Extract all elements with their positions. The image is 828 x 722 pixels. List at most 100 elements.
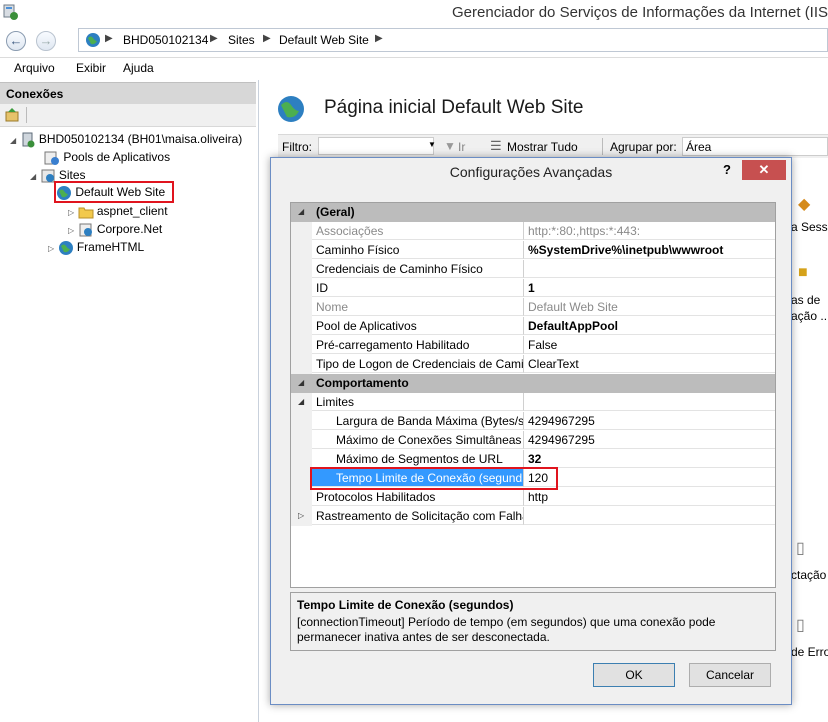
close-icon: ✕ xyxy=(758,162,770,177)
arrow-right-icon: → xyxy=(39,33,53,48)
property-value[interactable]: http:*:80:,https:*:443: xyxy=(524,222,775,240)
tree-item-framehtml[interactable]: ▷ FrameHTML xyxy=(48,238,144,256)
expand-icon[interactable]: ▷ xyxy=(48,244,54,253)
connections-toolbar xyxy=(0,104,256,127)
property-name: Caminho Físico xyxy=(312,241,524,259)
breadcrumb-sites[interactable]: Sites xyxy=(228,33,255,47)
property-value[interactable]: 1 xyxy=(524,279,775,297)
connection-timeout-input[interactable]: 120 xyxy=(524,469,775,487)
property-name: Credenciais de Caminho Físico xyxy=(312,260,524,278)
collapse-icon[interactable]: ◢ xyxy=(298,207,304,216)
tree-item-server[interactable]: ◢ BHD050102134 (BH01\maisa.oliveira) xyxy=(10,130,242,148)
row-gutter xyxy=(291,260,312,279)
help-button[interactable]: ? xyxy=(723,162,731,177)
page-icon: ▯ xyxy=(796,540,805,557)
connections-title: Conexões xyxy=(6,87,64,101)
tree-label-aspnet-client: aspnet_client xyxy=(96,204,168,218)
property-row-caminho-fisico[interactable]: Caminho Físico %SystemDrive%\inetpub\www… xyxy=(291,241,775,260)
feature-label-partial[interactable]: as de xyxy=(791,293,820,307)
row-gutter xyxy=(291,412,312,431)
folder-icon xyxy=(78,207,93,219)
breadcrumb-default-web-site[interactable]: Default Web Site xyxy=(279,33,369,47)
address-bar[interactable]: ▶ BHD050102134 ▶ Sites ▶ Default Web Sit… xyxy=(78,28,828,52)
property-row-id[interactable]: ID 1 xyxy=(291,279,775,298)
chevron-right-icon: ▶ xyxy=(375,33,383,44)
tree-item-app-pools[interactable]: Pools de Aplicativos xyxy=(44,148,170,166)
property-row-credenciais[interactable]: Credenciais de Caminho Físico xyxy=(291,260,775,279)
tree-item-aspnet-client[interactable]: ▷ aspnet_client xyxy=(68,202,168,220)
property-name: Limites xyxy=(312,393,524,411)
property-name: Rastreamento de Solicitação com Falha xyxy=(312,507,524,525)
row-gutter xyxy=(291,469,312,488)
property-value[interactable]: DefaultAppPool xyxy=(524,317,775,335)
property-value[interactable]: 32 xyxy=(524,450,775,468)
cancel-button[interactable]: Cancelar xyxy=(689,663,771,687)
feature-label-partial[interactable]: de Erro xyxy=(791,645,828,659)
ok-button[interactable]: OK xyxy=(593,663,675,687)
session-icon: ◆ xyxy=(798,196,811,213)
back-button[interactable]: ← xyxy=(6,31,26,51)
close-button[interactable]: ✕ xyxy=(742,160,786,180)
go-button[interactable]: Ir xyxy=(458,140,465,154)
property-value[interactable] xyxy=(524,260,775,278)
property-row-precarregamento[interactable]: Pré-carregamento Habilitado False xyxy=(291,336,775,355)
property-value[interactable]: 4294967295 xyxy=(524,431,775,449)
dialog-title: Configurações Avançadas xyxy=(449,164,613,180)
tree-label-sites: Sites xyxy=(58,168,86,182)
group-by-label: Agrupar por: xyxy=(610,140,677,154)
collapse-icon[interactable]: ◢ xyxy=(10,136,16,145)
row-gutter xyxy=(291,488,312,507)
row-gutter xyxy=(291,241,312,260)
property-value[interactable]: 4294967295 xyxy=(524,412,775,430)
property-name: Pool de Aplicativos xyxy=(312,317,524,335)
property-row-rastreamento[interactable]: ▷ Rastreamento de Solicitação com Falha xyxy=(291,507,775,526)
property-value[interactable] xyxy=(524,507,775,525)
property-row-associacoes[interactable]: Associações http:*:80:,https:*:443: xyxy=(291,222,775,241)
property-name: (Geral) xyxy=(312,203,775,221)
expand-icon[interactable]: ▷ xyxy=(68,226,74,235)
property-row-protocolos[interactable]: Protocolos Habilitados http xyxy=(291,488,775,507)
property-value[interactable]: %SystemDrive%\inetpub\wwwroot xyxy=(524,241,775,259)
show-all-button[interactable]: Mostrar Tudo xyxy=(507,140,578,154)
property-value[interactable] xyxy=(524,393,775,411)
property-value[interactable]: False xyxy=(524,336,775,354)
row-gutter xyxy=(291,222,312,241)
feature-label-partial[interactable]: a Sessã xyxy=(791,220,828,234)
property-value[interactable]: ClearText xyxy=(524,355,775,373)
expand-icon[interactable]: ▷ xyxy=(298,511,304,520)
collapse-icon[interactable]: ◢ xyxy=(298,397,304,406)
feature-label-partial[interactable]: ctação xyxy=(791,568,826,582)
menu-exibir[interactable]: Exibir xyxy=(76,61,106,75)
property-row-max-conexoes[interactable]: Máximo de Conexões Simultâneas 429496729… xyxy=(291,431,775,450)
globe-icon xyxy=(278,96,304,122)
menu-ajuda[interactable]: Ajuda xyxy=(123,61,154,75)
property-row-pool[interactable]: Pool de Aplicativos DefaultAppPool xyxy=(291,317,775,336)
breadcrumb-server[interactable]: BHD050102134 xyxy=(123,33,208,47)
toolbar-separator xyxy=(26,107,27,123)
property-value[interactable]: http xyxy=(524,488,775,506)
expand-icon[interactable]: ▷ xyxy=(68,208,74,217)
window-title: Gerenciador do Serviços de Informações d… xyxy=(452,4,828,21)
property-row-largura-banda[interactable]: Largura de Banda Máxima (Bytes/se 429496… xyxy=(291,412,775,431)
collapse-icon[interactable]: ◢ xyxy=(30,172,36,181)
filter-input[interactable] xyxy=(318,137,434,155)
forward-button[interactable]: → xyxy=(36,31,56,51)
chevron-right-icon: ▶ xyxy=(210,33,218,44)
chevron-down-icon[interactable]: ▼ xyxy=(428,140,436,149)
property-value[interactable]: Default Web Site xyxy=(524,298,775,316)
property-row-limites[interactable]: ◢ Limites xyxy=(291,393,775,412)
globe-icon xyxy=(86,33,100,47)
feature-label-partial[interactable]: ação .. xyxy=(791,309,827,323)
category-row-comportamento[interactable]: ◢ Comportamento xyxy=(291,374,775,393)
tree-item-default-web-site[interactable]: Default Web Site xyxy=(54,181,174,203)
tree-item-corpore-net[interactable]: ▷ Corpore.Net xyxy=(68,220,162,238)
property-row-nome[interactable]: Nome Default Web Site xyxy=(291,298,775,317)
collapse-icon[interactable]: ◢ xyxy=(298,378,304,387)
property-row-tipo-logon[interactable]: Tipo de Logon de Credenciais de Camin Cl… xyxy=(291,355,775,374)
menu-arquivo[interactable]: Arquivo xyxy=(14,61,55,75)
globe-icon xyxy=(57,185,71,200)
group-by-select[interactable]: Área xyxy=(682,137,828,156)
description-text: [connectionTimeout] Período de tempo (em… xyxy=(297,615,716,644)
connect-icon[interactable] xyxy=(4,107,20,123)
category-row-geral[interactable]: ◢ (Geral) xyxy=(291,203,775,222)
